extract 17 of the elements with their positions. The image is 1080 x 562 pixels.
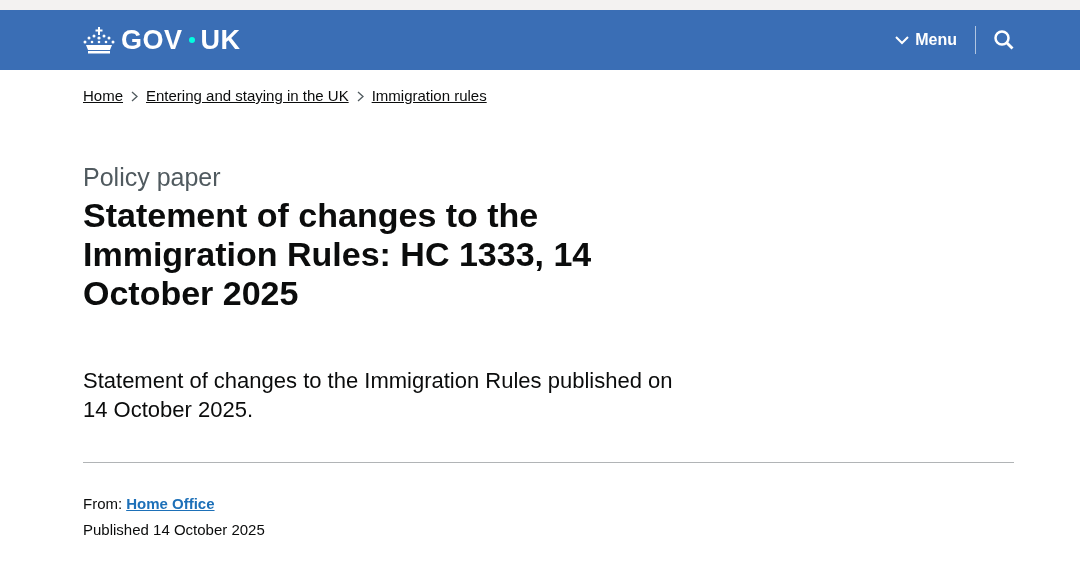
breadcrumb-link[interactable]: Immigration rules bbox=[371, 85, 487, 108]
dot-icon bbox=[188, 37, 195, 43]
breadcrumb-link[interactable]: Entering and staying in the UK bbox=[146, 85, 349, 108]
search-icon bbox=[994, 30, 1014, 50]
crown-icon bbox=[83, 26, 115, 54]
logo-link[interactable]: GOV UK bbox=[83, 19, 241, 61]
menu-button[interactable]: Menu bbox=[895, 28, 975, 52]
summary-text: Statement of changes to the Immigration Rules published on 14 October 2025. bbox=[83, 366, 674, 424]
chevron-icon bbox=[356, 90, 364, 102]
chevron-icon bbox=[131, 90, 138, 102]
page-title: Statement of changes to the Immigration Rules: HC 1333, 14 October 2025 bbox=[83, 195, 593, 313]
breadcrumb-link[interactable]: Home bbox=[83, 85, 123, 108]
published-date: Published 14 October 2025 bbox=[83, 520, 266, 540]
organisation-link[interactable]: Home Office bbox=[126, 492, 215, 515]
chevron-icon bbox=[895, 35, 910, 45]
caption: Policy paper bbox=[83, 161, 222, 192]
from-label: From: bbox=[83, 493, 123, 514]
